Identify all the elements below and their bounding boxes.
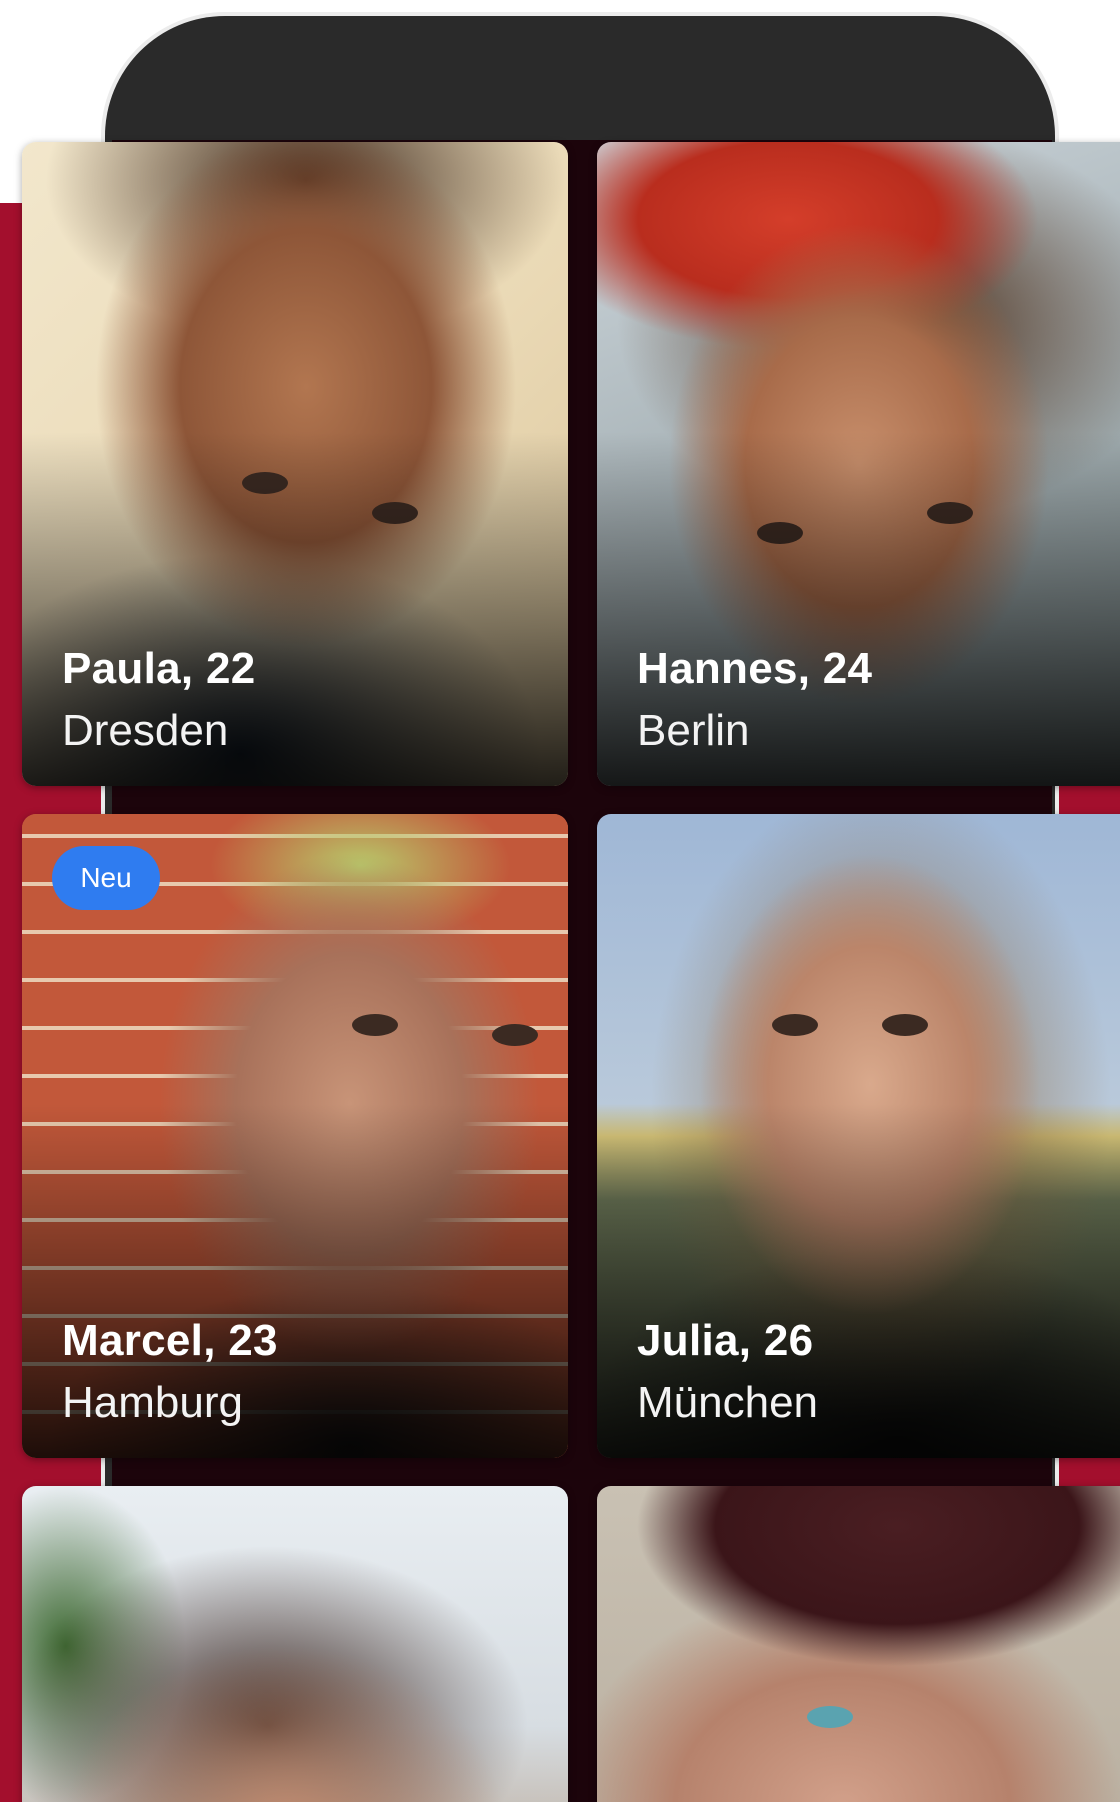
photo-detail — [882, 1014, 928, 1036]
profile-name-age: Hannes, 24 — [637, 644, 873, 693]
profile-city: Berlin — [637, 706, 750, 755]
profile-city: Hamburg — [62, 1378, 243, 1427]
profile-card[interactable]: Neu Marcel, 23 Hamburg — [22, 814, 568, 1458]
photo-detail — [807, 1706, 853, 1728]
promo-stage: Paula, 22 Dresden Hannes, 24 Berlin Neu … — [0, 0, 1120, 1802]
profile-name-age: Julia, 26 — [637, 1316, 814, 1365]
profile-photo — [22, 1486, 568, 1802]
photo-detail — [352, 1014, 398, 1036]
profile-city: Dresden — [62, 706, 229, 755]
profile-name-age: Paula, 22 — [62, 644, 256, 693]
profile-card[interactable] — [597, 1486, 1120, 1802]
profile-city: München — [637, 1378, 819, 1427]
profile-card[interactable] — [22, 1486, 568, 1802]
profile-card[interactable]: Paula, 22 Dresden — [22, 142, 568, 786]
profile-photo — [597, 1486, 1120, 1802]
photo-detail — [772, 1014, 818, 1036]
profile-card[interactable]: Julia, 26 München — [597, 814, 1120, 1458]
profile-name-age: Marcel, 23 — [62, 1316, 278, 1365]
photo-detail — [492, 1024, 538, 1046]
new-badge: Neu — [52, 846, 160, 910]
profile-card[interactable]: Hannes, 24 Berlin — [597, 142, 1120, 786]
